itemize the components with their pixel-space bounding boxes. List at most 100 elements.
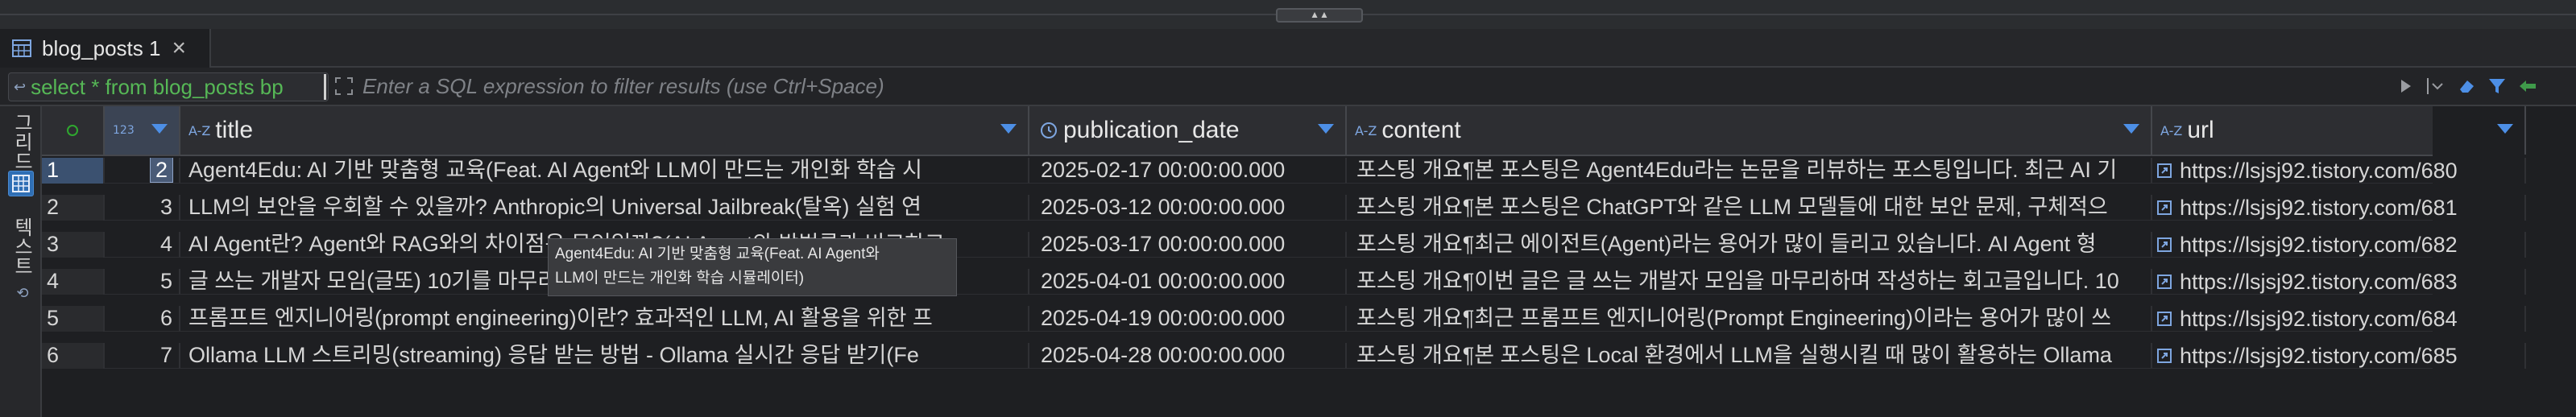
cell-title[interactable]: Ollama LLM 스트리밍(streaming) 응답 받는 방법 - Ol… <box>180 343 1029 369</box>
sort-arrow-icon[interactable] <box>1318 124 1334 134</box>
grid-icon <box>12 175 30 192</box>
table-row[interactable]: 4 5 글 쓰는 개발자 모임(글또) 10기를 마무리하며 작성하는 회고글 … <box>42 269 2526 295</box>
record-view-icon[interactable]: ⟲ <box>10 285 35 302</box>
link-icon[interactable] <box>2157 275 2172 289</box>
cell-content[interactable]: 포스팅 개요¶최근 프롬프트 엔지니어링(Prompt Engineering)… <box>1347 306 2152 332</box>
panel-collapse-handle[interactable]: ▲▲ <box>1276 8 1363 23</box>
column-header-publication-date[interactable]: publication_date <box>1029 106 1347 155</box>
top-panel-strip: ▲▲ <box>0 0 2576 29</box>
arrow-left-icon[interactable] <box>2516 75 2539 97</box>
row-number-header[interactable] <box>42 106 105 155</box>
close-icon[interactable]: × <box>172 36 186 60</box>
text-caret <box>324 74 326 100</box>
cell-id[interactable]: 4 <box>105 232 180 258</box>
cell-id[interactable]: 3 <box>105 195 180 221</box>
column-header-content[interactable]: A-Z content <box>1347 106 2152 155</box>
column-header-title[interactable]: A-Z title <box>180 106 1029 155</box>
cell-content[interactable]: 포스팅 개요¶이번 글은 글 쓰는 개발자 모임을 마무리하며 작성하는 회고글… <box>1347 269 2152 295</box>
cell-id[interactable]: 5 <box>105 269 180 295</box>
column-header-url[interactable]: A-Z url <box>2152 106 2526 155</box>
row-number[interactable]: 4 <box>42 269 105 295</box>
cell-title[interactable]: 프롬프트 엔지니어링(prompt engineering)이란? 효과적인 L… <box>180 306 1029 332</box>
play-icon[interactable] <box>2394 75 2417 97</box>
editor-tab-bar: blog_posts 1 × <box>0 29 2576 68</box>
table-row[interactable]: 3 4 AI Agent란? Agent와 RAG와의 차이점은 무엇일까?(A… <box>42 232 2526 258</box>
sql-query-field[interactable]: ↩ select * from blog_posts bp <box>8 72 329 101</box>
cell-url[interactable]: https://lsjsj92.tistory.com/680 <box>2152 158 2526 184</box>
sql-query-text: select * from blog_posts bp <box>31 74 284 99</box>
cell-id-value: 2 <box>149 158 174 183</box>
cell-title[interactable]: LLM의 보안을 우회할 수 있을까? Anthropic의 Universal… <box>180 195 1029 221</box>
filter-icon[interactable] <box>2486 75 2508 97</box>
tooltip-line: LLM이 만드는 개인화 학습 시뮬레이터) <box>555 270 805 287</box>
cell-publication-date[interactable]: 2025-03-12 00:00:00.000 <box>1029 195 1347 221</box>
row-number[interactable]: 6 <box>42 343 105 369</box>
filter-toolbar <box>2386 68 2576 105</box>
cell-tooltip: Agent4Edu: AI 기반 맞춤형 교육(Feat. AI Agent와 … <box>548 238 957 296</box>
text-type-icon: A-Z <box>188 122 211 138</box>
cell-url[interactable]: https://lsjsj92.tistory.com/682 <box>2152 232 2526 258</box>
row-number[interactable]: 5 <box>42 306 105 332</box>
cell-publication-date[interactable]: 2025-04-28 00:00:00.000 <box>1029 343 1347 369</box>
text-view-label[interactable]: 텍스트 <box>10 217 35 275</box>
url-text: https://lsjsj92.tistory.com/684 <box>2180 306 2458 331</box>
cell-publication-date[interactable]: 2025-02-17 00:00:00.000 <box>1029 158 1347 184</box>
column-name: content <box>1381 117 1461 143</box>
link-icon[interactable] <box>2157 200 2172 215</box>
tab-label: blog_posts 1 <box>42 35 161 60</box>
row-number[interactable]: 2 <box>42 195 105 221</box>
tooltip-line: Agent4Edu: AI 기반 맞춤형 교육(Feat. AI Agent와 <box>555 246 880 262</box>
sort-arrow-icon[interactable] <box>2497 124 2513 134</box>
text-type-icon: A-Z <box>2160 122 2183 138</box>
link-icon[interactable] <box>2157 163 2172 178</box>
cell-url[interactable]: https://lsjsj92.tistory.com/685 <box>2152 343 2526 369</box>
cell-id[interactable]: 7 <box>105 343 180 369</box>
table-icon <box>12 39 31 57</box>
history-dropdown-icon[interactable] <box>2425 75 2447 97</box>
sort-arrow-icon[interactable] <box>151 124 168 134</box>
table-row[interactable]: 5 6 프롬프트 엔지니어링(prompt engineering)이란? 효과… <box>42 306 2526 332</box>
expand-icon[interactable] <box>333 76 354 97</box>
table-row[interactable]: 2 3 LLM의 보안을 우회할 수 있을까? Anthropic의 Unive… <box>42 195 2526 221</box>
link-icon[interactable] <box>2157 312 2172 326</box>
table-row[interactable]: 6 7 Ollama LLM 스트리밍(streaming) 응답 받는 방법 … <box>42 343 2526 369</box>
grid-view-button[interactable] <box>8 171 34 196</box>
eraser-icon[interactable] <box>2455 75 2478 97</box>
link-icon[interactable] <box>2157 349 2172 363</box>
number-type-icon: 123 <box>113 124 135 137</box>
grid-view-label[interactable]: 그리드 <box>10 113 35 171</box>
filter-input[interactable]: Enter a SQL expression to filter results… <box>362 74 884 99</box>
cell-publication-date[interactable]: 2025-04-19 00:00:00.000 <box>1029 306 1347 332</box>
sql-icon: ↩ <box>14 78 27 95</box>
cell-id[interactable]: 6 <box>105 306 180 332</box>
sort-arrow-icon[interactable] <box>2123 124 2139 134</box>
view-switcher: 그리드 텍스트 ⟲ <box>0 106 42 417</box>
column-header-row: 123 A-Z title publication_date A-Z conte… <box>42 106 2526 156</box>
cell-content[interactable]: 포스팅 개요¶최근 에이전트(Agent)라는 용어가 많이 들리고 있습니다.… <box>1347 232 2152 258</box>
cell-publication-date[interactable]: 2025-03-17 00:00:00.000 <box>1029 232 1347 258</box>
cell-content[interactable]: 포스팅 개요¶본 포스팅은 Agent4Edu라는 논문을 리뷰하는 포스팅입니… <box>1347 158 2152 184</box>
url-text: https://lsjsj92.tistory.com/682 <box>2180 232 2458 257</box>
table-row[interactable]: 1 2 Agent4Edu: AI 기반 맞춤형 교육(Feat. AI Age… <box>42 158 2526 184</box>
cell-content[interactable]: 포스팅 개요¶본 포스팅은 ChatGPT와 같은 LLM 모델들에 대한 보안… <box>1347 195 2152 221</box>
clock-icon <box>1041 122 1057 138</box>
url-text: https://lsjsj92.tistory.com/681 <box>2180 195 2458 220</box>
status-circle-icon <box>67 125 78 136</box>
tab-blog-posts[interactable]: blog_posts 1 × <box>0 29 211 68</box>
link-icon[interactable] <box>2157 237 2172 252</box>
column-name: publication_date <box>1063 117 1240 143</box>
cell-publication-date[interactable]: 2025-04-01 00:00:00.000 <box>1029 269 1347 295</box>
cell-url[interactable]: https://lsjsj92.tistory.com/683 <box>2152 269 2526 295</box>
url-text: https://lsjsj92.tistory.com/680 <box>2180 158 2458 183</box>
cell-id[interactable]: 2 <box>105 158 180 184</box>
sort-arrow-icon[interactable] <box>1000 124 1017 134</box>
cell-url[interactable]: https://lsjsj92.tistory.com/681 <box>2152 195 2526 221</box>
row-number[interactable]: 3 <box>42 232 105 258</box>
column-name: url <box>2187 117 2214 143</box>
cell-content[interactable]: 포스팅 개요¶본 포스팅은 Local 환경에서 LLM을 실행시킬 때 많이 … <box>1347 343 2152 369</box>
column-name: title <box>215 117 254 143</box>
row-number[interactable]: 1 <box>42 158 105 184</box>
column-header-id[interactable]: 123 <box>105 106 180 155</box>
cell-url[interactable]: https://lsjsj92.tistory.com/684 <box>2152 306 2526 332</box>
cell-title[interactable]: Agent4Edu: AI 기반 맞춤형 교육(Feat. AI Agent와 … <box>180 158 1029 184</box>
